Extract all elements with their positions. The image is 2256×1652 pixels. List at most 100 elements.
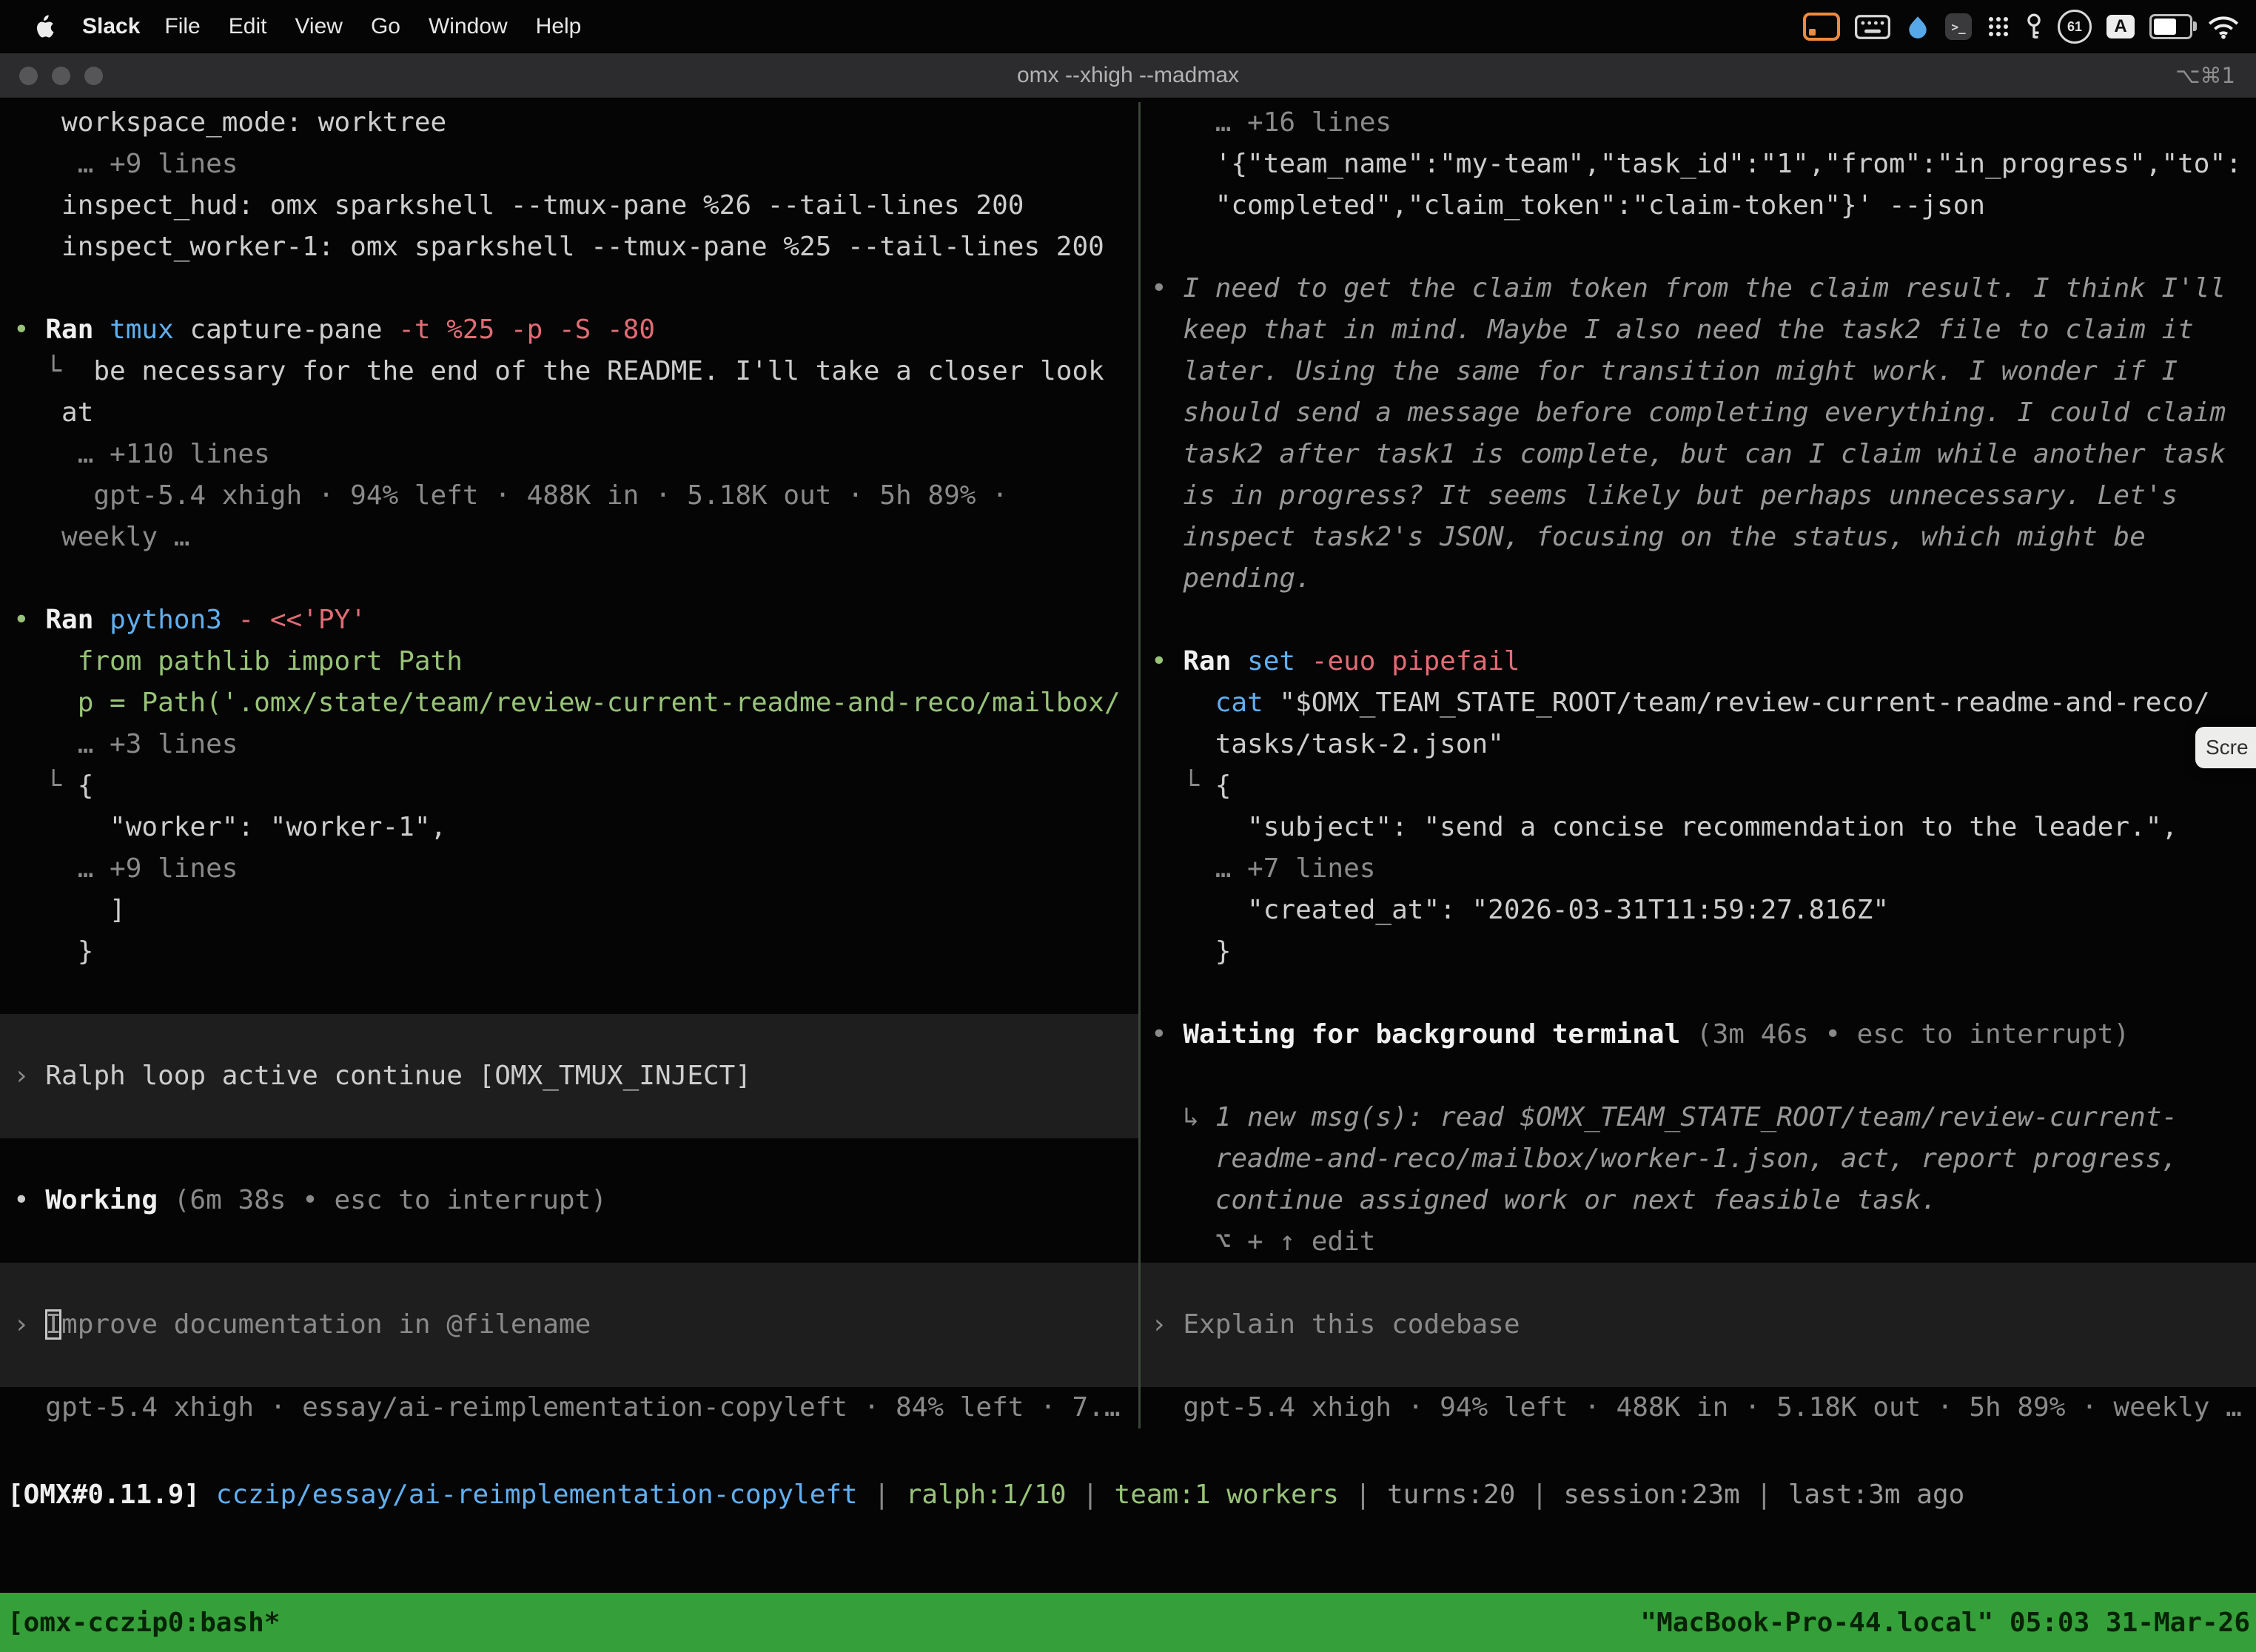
- terminal-line: └ {: [1151, 765, 2256, 807]
- wifi-icon[interactable]: [2207, 15, 2240, 39]
- battery-percent-value: 61: [2067, 19, 2082, 35]
- terminal-line: '{"team_name":"my-team","task_id":"1","f…: [1151, 144, 2256, 185]
- terminal-line: › Improve documentation in @filename: [13, 1304, 1138, 1346]
- terminal-line: • Ran tmux capture-pane -t %25 -p -S -80: [13, 309, 1138, 351]
- battery-percent-ring-icon[interactable]: 61: [2058, 10, 2092, 44]
- terminal-line: [13, 1138, 1138, 1180]
- terminal-line: … +9 lines: [13, 144, 1138, 185]
- composer-input-band[interactable]: › Explain this codebase: [1141, 1263, 2256, 1387]
- terminal-line: • I need to get the claim token from the…: [1151, 268, 2256, 309]
- terminal-line: … +3 lines: [13, 724, 1138, 765]
- terminal-line: keep that in mind. Maybe I also need the…: [1151, 309, 2256, 351]
- terminal-line: from pathlib import Path: [13, 641, 1138, 682]
- tmux-session-label: [omx-cczip0:bash*: [7, 1608, 280, 1638]
- tmux-host-clock: "MacBook-Pro-44.local" 05:03 31-Mar-26: [1640, 1608, 2250, 1638]
- active-app-name[interactable]: Slack: [82, 14, 140, 39]
- battery-icon[interactable]: [2149, 14, 2192, 39]
- menu-item-file[interactable]: File: [150, 14, 214, 39]
- terminal-line: [13, 1221, 1138, 1263]
- droplet-app-icon[interactable]: [1905, 14, 1930, 39]
- menu-item-help[interactable]: Help: [522, 14, 596, 39]
- terminal-line: gpt-5.4 xhigh · 94% left · 488K in · 5.1…: [1151, 1387, 2256, 1428]
- terminal-line: task2 after task1 is complete, but can I…: [1151, 434, 2256, 475]
- input-source-label: A: [2114, 16, 2126, 37]
- terminal-line: ]: [13, 890, 1138, 931]
- terminal-line: [1151, 973, 2256, 1014]
- screen-capture-notification[interactable]: Scre: [2195, 727, 2256, 768]
- terminal-line: }: [1151, 931, 2256, 973]
- terminal-app-icon[interactable]: >_: [1945, 13, 1972, 40]
- zoom-button[interactable]: [84, 67, 103, 85]
- terminal-pane-left[interactable]: workspace_mode: worktree … +9 lines insp…: [0, 102, 1138, 1428]
- desktop-screen: Slack FileEditViewGoWindowHelp >_ 61 A: [0, 0, 2256, 1652]
- terminal-line: › Explain this codebase: [1151, 1304, 2256, 1346]
- notification-text: Scre: [2206, 736, 2249, 759]
- terminal-line: should send a message before completing …: [1151, 392, 2256, 434]
- tmux-panes: workspace_mode: worktree … +9 lines insp…: [0, 99, 2256, 1428]
- terminal-line: [1151, 600, 2256, 641]
- terminal-line: • Ran python3 - <<'PY': [13, 600, 1138, 641]
- terminal-line: "created_at": "2026-03-31T11:59:27.816Z": [1151, 890, 2256, 931]
- screen-recording-indicator-icon[interactable]: [1803, 13, 1840, 41]
- terminal-window: workspace_mode: worktree … +9 lines insp…: [0, 99, 2256, 1652]
- terminal-line: └ be necessary for the end of the README…: [13, 351, 1138, 392]
- close-button[interactable]: [19, 67, 38, 85]
- terminal-line: tasks/task-2.json": [1151, 724, 2256, 765]
- terminal-line: inspect task2's JSON, focusing on the st…: [1151, 517, 2256, 558]
- tmux-status-bar: [omx-cczip0:bash* "MacBook-Pro-44.local"…: [0, 1593, 2256, 1652]
- terminal-line: "subject": "send a concise recommendatio…: [1151, 807, 2256, 848]
- terminal-line: … +7 lines: [1151, 848, 2256, 890]
- menu-item-go[interactable]: Go: [357, 14, 414, 39]
- terminal-line: readme-and-reco/mailbox/worker-1.json, a…: [1151, 1138, 2256, 1180]
- minimize-button[interactable]: [52, 67, 70, 85]
- terminal-line: › Ralph loop active continue [OMX_TMUX_I…: [13, 1055, 1138, 1097]
- terminal-line: ↳ 1 new msg(s): read $OMX_TEAM_STATE_ROO…: [1151, 1097, 2256, 1138]
- window-title-bar[interactable]: omx --xhigh --madmax ⌥⌘1: [0, 53, 2256, 99]
- window-title: omx --xhigh --madmax: [1017, 63, 1239, 88]
- terminal-line: • Working (6m 38s • esc to interrupt): [13, 1180, 1138, 1221]
- terminal-line: continue assigned work or next feasible …: [1151, 1180, 2256, 1221]
- menu-item-window[interactable]: Window: [414, 14, 522, 39]
- terminal-line: … +110 lines: [13, 434, 1138, 475]
- terminal-line: inspect_hud: omx sparkshell --tmux-pane …: [13, 185, 1138, 226]
- terminal-line: "completed","claim_token":"claim-token"}…: [1151, 185, 2256, 226]
- terminal-line: inspect_worker-1: omx sparkshell --tmux-…: [13, 226, 1138, 268]
- terminal-line: workspace_mode: worktree: [13, 102, 1138, 144]
- terminal-line: is in progress? It seems likely but perh…: [1151, 475, 2256, 517]
- traffic-lights: [19, 53, 103, 98]
- menubar-menus: FileEditViewGoWindowHelp: [150, 14, 595, 39]
- terminal-line: gpt-5.4 xhigh · essay/ai-reimplementatio…: [13, 1387, 1138, 1428]
- menubar-status-icons: >_ 61 A: [1803, 10, 2240, 44]
- composer-input-band[interactable]: › Ralph loop active continue [OMX_TMUX_I…: [0, 1014, 1138, 1138]
- apple-menu-icon[interactable]: [34, 15, 54, 39]
- terminal-line: [1151, 1055, 2256, 1097]
- terminal-line: gpt-5.4 xhigh · 94% left · 488K in · 5.1…: [13, 475, 1138, 517]
- terminal-line: cat "$OMX_TEAM_STATE_ROOT/team/review-cu…: [1151, 682, 2256, 724]
- menu-item-view[interactable]: View: [281, 14, 356, 39]
- menu-item-edit[interactable]: Edit: [215, 14, 281, 39]
- terminal-line: later. Using the same for transition mig…: [1151, 351, 2256, 392]
- menu-bar: Slack FileEditViewGoWindowHelp >_ 61 A: [0, 0, 2256, 53]
- input-source-icon[interactable]: A: [2106, 15, 2135, 38]
- terminal-line: … +9 lines: [13, 848, 1138, 890]
- omx-status-line: [OMX#0.11.9] cczip/essay/ai-reimplementa…: [0, 1474, 2256, 1516]
- terminal-line: p = Path('.omx/state/team/review-current…: [13, 682, 1138, 724]
- terminal-line: ⌥ + ↑ edit: [1151, 1221, 2256, 1263]
- dots-grid-icon[interactable]: [1987, 15, 2010, 38]
- terminal-pane-right[interactable]: … +16 lines '{"team_name":"my-team","tas…: [1141, 102, 2256, 1428]
- terminal-line: [13, 268, 1138, 309]
- key-icon[interactable]: [2025, 13, 2043, 41]
- terminal-line: "worker": "worker-1",: [13, 807, 1138, 848]
- terminal-line: • Waiting for background terminal (3m 46…: [1151, 1014, 2256, 1055]
- terminal-line: … +16 lines: [1151, 102, 2256, 144]
- terminal-line: weekly …: [13, 517, 1138, 558]
- composer-input-band[interactable]: › Improve documentation in @filename: [0, 1263, 1138, 1387]
- terminal-line: • Ran set -euo pipefail: [1151, 641, 2256, 682]
- terminal-line: [13, 558, 1138, 600]
- keyboard-icon[interactable]: [1855, 15, 1890, 39]
- terminal-line: }: [13, 931, 1138, 973]
- terminal-line: at: [13, 392, 1138, 434]
- terminal-line: [1151, 226, 2256, 268]
- terminal-line: [13, 973, 1138, 1014]
- window-shortcut-hint: ⌥⌘1: [2175, 63, 2235, 88]
